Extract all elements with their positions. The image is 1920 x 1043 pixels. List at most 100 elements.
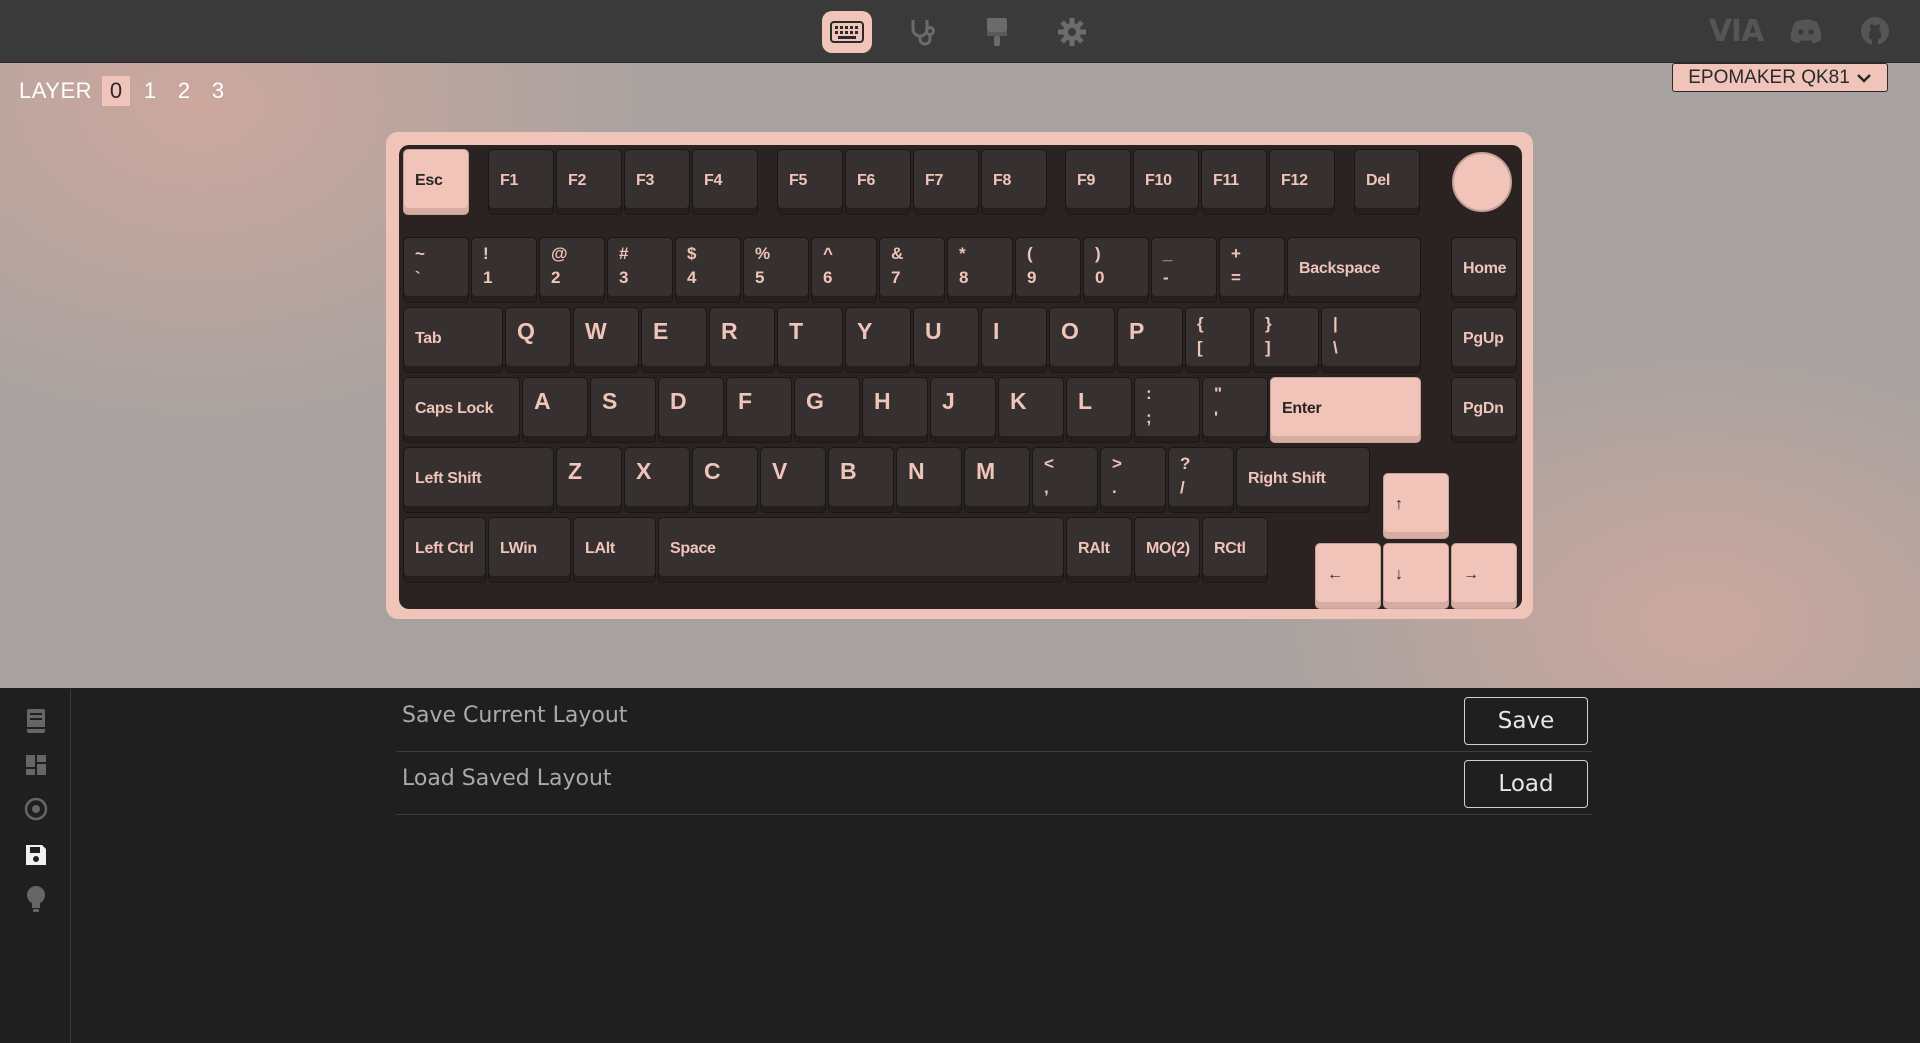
key-r[interactable]: R	[709, 307, 775, 373]
key-backslash[interactable]: | \	[1321, 307, 1421, 373]
key-f9[interactable]: F9	[1065, 149, 1131, 215]
key-v[interactable]: V	[760, 447, 826, 513]
book-icon[interactable]	[22, 707, 50, 735]
key-l[interactable]: L	[1066, 377, 1132, 443]
layer-1-button[interactable]: 1	[136, 76, 164, 106]
key-f2[interactable]: F2	[556, 149, 622, 215]
key-left-win[interactable]: LWin	[488, 517, 571, 583]
key-esc[interactable]: Esc	[403, 149, 469, 215]
key-4[interactable]: $4	[675, 237, 741, 303]
key-j[interactable]: J	[930, 377, 996, 443]
key-i[interactable]: I	[981, 307, 1047, 373]
key-k[interactable]: K	[998, 377, 1064, 443]
key-2[interactable]: @2	[539, 237, 605, 303]
key-enter[interactable]: Enter	[1270, 377, 1421, 443]
key-home[interactable]: Home	[1451, 237, 1517, 303]
key-f7[interactable]: F7	[913, 149, 979, 215]
key-e[interactable]: E	[641, 307, 707, 373]
layer-3-button[interactable]: 3	[204, 76, 232, 106]
key-comma[interactable]: <,	[1032, 447, 1098, 513]
load-button[interactable]: Load	[1464, 760, 1588, 808]
stethoscope-icon[interactable]	[897, 11, 947, 53]
key-9[interactable]: (9	[1015, 237, 1081, 303]
key-t[interactable]: T	[777, 307, 843, 373]
key-del[interactable]: Del	[1354, 149, 1420, 215]
key-right-bracket[interactable]: }]	[1253, 307, 1319, 373]
key-arrow-left[interactable]: ←	[1315, 543, 1381, 609]
key-8[interactable]: * 8	[947, 237, 1013, 303]
layer-2-button[interactable]: 2	[170, 76, 198, 106]
key-space[interactable]: Space	[658, 517, 1064, 583]
key-z[interactable]: Z	[556, 447, 622, 513]
key-f5[interactable]: F5	[777, 149, 843, 215]
key-0[interactable]: ) 0	[1083, 237, 1149, 303]
device-selector[interactable]: EPOMAKER QK81	[1672, 63, 1888, 92]
key-b[interactable]: B	[828, 447, 894, 513]
key-caps-lock[interactable]: Caps Lock	[403, 377, 520, 443]
via-logo[interactable]: VIA	[1708, 14, 1765, 49]
key-a[interactable]: A	[522, 377, 588, 443]
key-f8[interactable]: F8	[981, 149, 1047, 215]
github-icon[interactable]	[1858, 14, 1892, 48]
paintbrush-icon[interactable]	[972, 11, 1022, 53]
key-right-ctrl[interactable]: RCtl	[1202, 517, 1268, 583]
key-f4[interactable]: F4	[692, 149, 758, 215]
save-button[interactable]: Save	[1464, 697, 1588, 745]
key-f1[interactable]: F1	[488, 149, 554, 215]
key-d[interactable]: D	[658, 377, 724, 443]
layer-0-button[interactable]: 0	[102, 76, 131, 106]
key-equal[interactable]: + =	[1219, 237, 1285, 303]
key-quote[interactable]: " '	[1202, 377, 1268, 443]
key-g[interactable]: G	[794, 377, 860, 443]
key-f12[interactable]: F12	[1269, 149, 1335, 215]
key-m[interactable]: M	[964, 447, 1030, 513]
key-5[interactable]: % 5	[743, 237, 809, 303]
target-icon[interactable]	[22, 795, 50, 823]
key-s[interactable]: S	[590, 377, 656, 443]
key-n[interactable]: N	[896, 447, 962, 513]
key-pgdn[interactable]: PgDn	[1451, 377, 1517, 443]
key-arrow-up[interactable]: ↑	[1383, 473, 1449, 539]
key-f3[interactable]: F3	[624, 149, 690, 215]
key-u[interactable]: U	[913, 307, 979, 373]
rotary-knob[interactable]	[1452, 152, 1512, 212]
key-o[interactable]: O	[1049, 307, 1115, 373]
key-y[interactable]: Y	[845, 307, 911, 373]
key-f10[interactable]: F10	[1133, 149, 1199, 215]
key-slash[interactable]: ? /	[1168, 447, 1234, 513]
key-mo2[interactable]: MO(2)	[1134, 517, 1200, 583]
key-x[interactable]: X	[624, 447, 690, 513]
key-arrow-down[interactable]: ↓	[1383, 543, 1449, 609]
key-arrow-right[interactable]: →	[1451, 543, 1517, 609]
key-3[interactable]: #3	[607, 237, 673, 303]
key-tab[interactable]: Tab	[403, 307, 503, 373]
key-q[interactable]: Q	[505, 307, 571, 373]
key-f[interactable]: F	[726, 377, 792, 443]
key-left-alt[interactable]: LAlt	[573, 517, 656, 583]
key-p[interactable]: P	[1117, 307, 1183, 373]
key-period[interactable]: >.	[1100, 447, 1166, 513]
key-c[interactable]: C	[692, 447, 758, 513]
save-icon[interactable]	[22, 841, 50, 869]
key-left-shift[interactable]: Left Shift	[403, 447, 554, 513]
key-h[interactable]: H	[862, 377, 928, 443]
key-7[interactable]: & 7	[879, 237, 945, 303]
keyboard-icon[interactable]	[822, 11, 872, 53]
discord-icon[interactable]	[1788, 14, 1824, 48]
lightbulb-icon[interactable]	[22, 885, 50, 913]
key-f11[interactable]: F11	[1201, 149, 1267, 215]
dashboard-icon[interactable]	[22, 751, 50, 779]
key-semicolon[interactable]: :;	[1134, 377, 1200, 443]
key-right-alt[interactable]: RAlt	[1066, 517, 1132, 583]
key-left-ctrl[interactable]: Left Ctrl	[403, 517, 486, 583]
key-f6[interactable]: F6	[845, 149, 911, 215]
key-grave[interactable]: ~ `	[403, 237, 469, 303]
key-minus[interactable]: _ -	[1151, 237, 1217, 303]
gear-icon[interactable]	[1047, 11, 1097, 53]
key-left-bracket[interactable]: {[	[1185, 307, 1251, 373]
key-1[interactable]: ! 1	[471, 237, 537, 303]
key-right-shift[interactable]: Right Shift	[1236, 447, 1370, 513]
key-pgup[interactable]: PgUp	[1451, 307, 1517, 373]
key-6[interactable]: ^ 6	[811, 237, 877, 303]
key-backspace[interactable]: Backspace	[1287, 237, 1421, 303]
